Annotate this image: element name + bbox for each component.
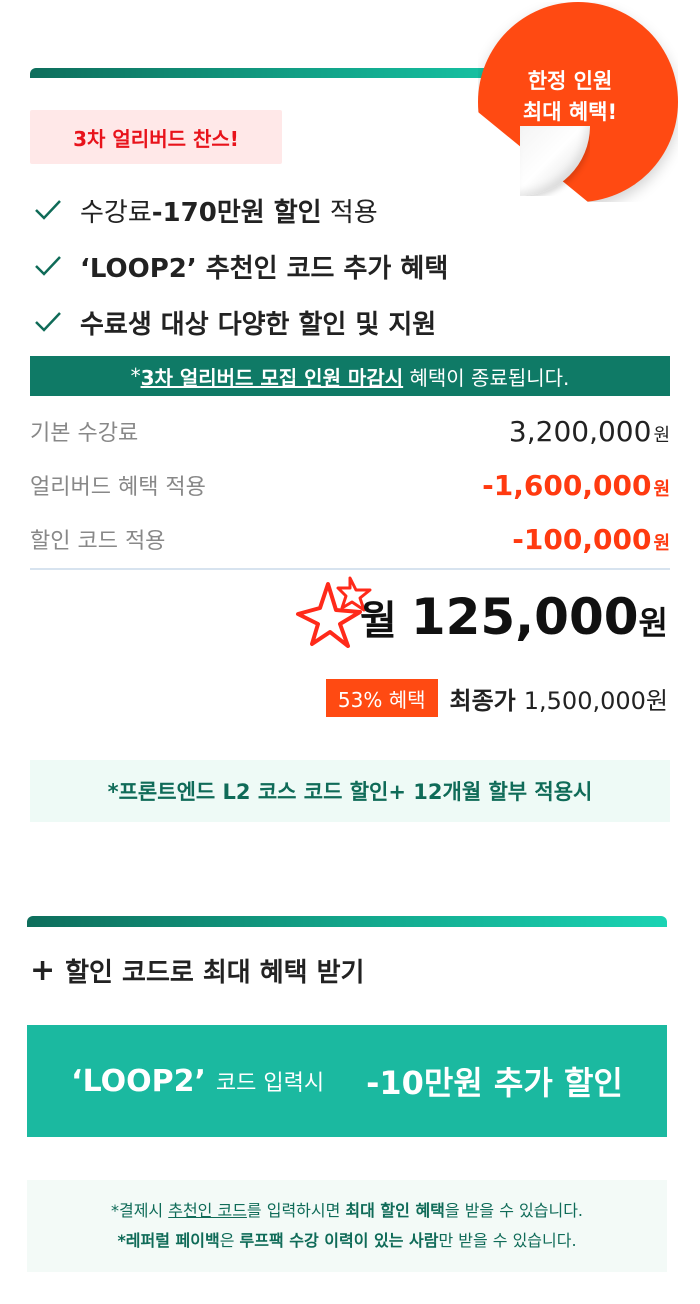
deadline-notice: * 3차 얼리버드 모집 인원 마감시 혜택이 종료됩니다. — [30, 356, 670, 396]
benefit-text-post: 적용 — [321, 197, 378, 228]
price-amount: -100,000 — [512, 522, 652, 556]
price-value: -100,000 원 — [512, 523, 670, 556]
check-icon — [35, 200, 61, 220]
heading-text: 할인 코드로 최대 혜택 받기 — [65, 957, 365, 988]
notice-suffix: 혜택이 종료됩니다. — [403, 365, 570, 390]
plus-icon: + — [30, 952, 56, 988]
price-row-earlybird: 얼리버드 혜택 적용 -1,600,000 원 — [30, 458, 670, 512]
info-text: 를 입력하시면 — [246, 1201, 346, 1220]
early-bird-badge: 3차 얼리버드 찬스! — [30, 110, 282, 164]
code-name: ‘LOOP2’ — [71, 1063, 206, 1099]
info-bold: 루프팩 수강 이력이 있는 사람 — [239, 1231, 439, 1250]
price-unit: 원 — [653, 532, 670, 554]
benefit-text-pre: 수강료 — [80, 197, 152, 228]
price-unit: 원 — [653, 478, 670, 500]
benefit-list: 수강료 -170만원 할인 적용 ‘LOOP2’ 추천인 코드 추가 혜택 수료… — [30, 182, 448, 350]
final-label: 최종가 — [449, 686, 516, 715]
monthly-price: 월 125,000 원 — [360, 588, 668, 646]
final-amount: 1,500,000원 — [523, 686, 668, 715]
discount-percent-badge: 53% 혜택 — [325, 679, 438, 717]
price-label: 얼리버드 혜택 적용 — [30, 475, 206, 500]
check-icon — [35, 256, 61, 276]
final-price-row: 53% 혜택 최종가 1,500,000원 — [325, 678, 668, 718]
code-sub: 코드 입력시 — [215, 1071, 325, 1096]
benefit-text-bold: -170만원 할인 — [151, 197, 322, 228]
notice-prefix: * — [130, 364, 141, 388]
info-line-2: *레퍼럴 페이백은 루프팩 수강 이력이 있는 사람만 받을 수 있습니다. — [117, 1226, 576, 1256]
monthly-unit: 원 — [638, 604, 668, 642]
notice-highlight: 3차 얼리버드 모집 인원 마감시 — [140, 365, 404, 390]
referral-code-banner: ‘LOOP2’ 코드 입력시 -10만원 추가 할인 — [27, 1025, 667, 1137]
price-label: 기본 수강료 — [30, 421, 139, 446]
info-text: *결제시 — [110, 1201, 169, 1220]
top-gradient-bar — [30, 68, 530, 78]
pricing-page: 한정 인원 최대 혜택! 3차 얼리버드 찬스! 수강료 -170만원 할인 적… — [0, 0, 700, 1304]
info-line-1: *결제시 추천인 코드를 입력하시면 최대 할인 혜택을 받을 수 있습니다. — [111, 1196, 583, 1226]
price-unit: 원 — [653, 424, 670, 446]
sticker-line-1: 한정 인원 — [527, 69, 613, 93]
sticker-text: 한정 인원 최대 혜택! — [500, 66, 640, 128]
benefit-item: ‘LOOP2’ 추천인 코드 추가 혜택 — [30, 238, 448, 294]
monthly-amount: 125,000 — [410, 588, 639, 646]
benefit-text-bold: 수료생 대상 다양한 할인 및 지원 — [80, 309, 437, 340]
info-text: 은 — [219, 1231, 240, 1250]
final-price: 최종가 1,500,000원 — [450, 681, 668, 716]
check-icon — [35, 312, 61, 332]
price-value: -1,600,000 원 — [482, 469, 670, 502]
info-bold: 최대 할인 혜택 — [345, 1201, 445, 1220]
sticker-line-2: 최대 혜택! — [522, 100, 618, 124]
info-bold: *레퍼럴 페이백 — [117, 1231, 220, 1250]
section-gradient-bar — [27, 916, 667, 927]
price-breakdown: 기본 수강료 3,200,000 원 얼리버드 혜택 적용 -1,600,000 원… — [30, 404, 670, 566]
installment-note: *프론트엔드 L2 코스 코드 할인+ 12개월 할부 적용시 — [30, 760, 670, 822]
info-text: 을 받을 수 있습니다. — [444, 1201, 583, 1220]
price-row-code: 할인 코드 적용 -100,000 원 — [30, 512, 670, 566]
price-amount: 3,200,000 — [508, 414, 652, 448]
info-underline: 추천인 코드 — [168, 1201, 247, 1220]
price-row-base: 기본 수강료 3,200,000 원 — [30, 404, 670, 458]
benefit-item: 수료생 대상 다양한 할인 및 지원 — [30, 294, 448, 350]
price-value: 3,200,000 원 — [509, 415, 670, 448]
monthly-prefix: 월 — [360, 598, 397, 644]
referral-info-box: *결제시 추천인 코드를 입력하시면 최대 할인 혜택을 받을 수 있습니다. … — [27, 1180, 667, 1272]
benefit-item: 수강료 -170만원 할인 적용 — [30, 182, 448, 238]
code-discount: -10만원 추가 할인 — [366, 1064, 623, 1102]
benefit-text-bold: ‘LOOP2’ 추천인 코드 추가 혜택 — [80, 253, 449, 284]
info-text: 만 받을 수 있습니다. — [438, 1231, 577, 1250]
price-label: 할인 코드 적용 — [30, 529, 166, 554]
price-amount: -1,600,000 — [482, 468, 652, 502]
discount-code-heading: + 할인 코드로 최대 혜택 받기 — [30, 948, 364, 992]
